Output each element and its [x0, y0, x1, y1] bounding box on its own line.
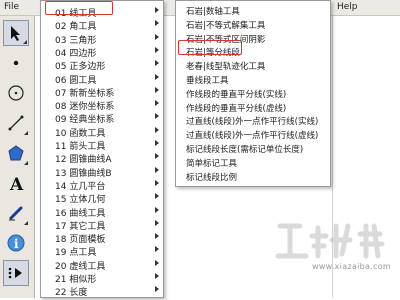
submenu-arrow-icon	[155, 153, 159, 160]
compass-tool[interactable]	[3, 80, 29, 106]
submenu-arrow-icon	[155, 166, 159, 173]
highlight-box-bisect-segment	[178, 40, 242, 55]
submenu-arrow-icon	[155, 259, 159, 266]
submenu-item[interactable]: 作线段的垂直平分线(实线)	[186, 88, 286, 100]
highlight-box-line-tools	[45, 1, 113, 15]
submenu-arrow-icon	[155, 100, 159, 107]
custom-tools-menu: 01 线工具 02 角工具 03 三角形 04 四边形 05 正多边形 06 圆工具 07 …	[40, 0, 164, 298]
menu-item-label: 22 长度	[55, 288, 88, 299]
submenu-arrow-icon	[155, 20, 159, 27]
point-tool[interactable]	[3, 50, 29, 76]
information-tool[interactable]: i	[3, 230, 29, 256]
submenu-arrow-icon	[155, 193, 159, 200]
submenu-arrow-icon	[155, 246, 159, 253]
custom-tools-button[interactable]	[3, 260, 29, 286]
submenu-item[interactable]: 简单标记工具	[186, 157, 237, 169]
help-menu[interactable]: Help	[337, 2, 358, 12]
submenu-arrow-icon	[155, 33, 159, 40]
polygon-tool[interactable]	[3, 140, 29, 166]
submenu-item[interactable]: 垂线段工具	[186, 74, 229, 86]
submenu-item[interactable]: 标记线段比例	[186, 171, 237, 183]
submenu-arrow-icon	[155, 286, 159, 293]
submenu-item[interactable]: 过直线(线段)外一点作平行线(实线)	[186, 115, 318, 127]
submenu-item[interactable]: 作线段的垂直平分线(虚线)	[186, 102, 286, 114]
svg-text:A: A	[9, 175, 24, 193]
submenu-item[interactable]: 石岩|数轴工具	[186, 5, 240, 17]
toolbox: A i	[0, 16, 35, 298]
submenu-arrow-icon	[155, 86, 159, 93]
submenu-item[interactable]: 过直线(线段)外一点作平行线(虚线)	[186, 129, 318, 141]
marker-tool[interactable]	[3, 200, 29, 226]
info-icon: i	[7, 234, 25, 252]
submenu-arrow-icon	[155, 233, 159, 240]
submenu-arrow-icon	[155, 126, 159, 133]
circle-icon	[8, 85, 24, 101]
submenu-arrow-icon	[155, 113, 159, 120]
file-menu[interactable]: File	[4, 2, 19, 12]
select-arrow-tool[interactable]	[3, 20, 29, 46]
submenu-arrow-icon	[155, 206, 159, 213]
point-icon	[13, 60, 19, 66]
polygon-icon	[8, 145, 24, 161]
submenu-arrow-icon	[155, 46, 159, 53]
submenu-arrow-icon	[155, 179, 159, 186]
submenu-item[interactable]: 老春|线型轨迹化工具	[186, 60, 265, 72]
marker-pen-icon	[9, 206, 23, 221]
watermark-text: www.xiazaiba.com	[312, 262, 392, 271]
line-segment-icon	[8, 115, 24, 131]
custom-tools-icon	[8, 267, 22, 279]
submenu-arrow-icon	[155, 7, 159, 13]
submenu-arrow-icon	[155, 60, 159, 67]
text-a-icon: A	[9, 175, 24, 193]
submenu-arrow-icon	[155, 273, 159, 279]
submenu-item[interactable]: 标记线段长度(需标记单位长度)	[186, 143, 303, 155]
watermark-logo-icon	[275, 223, 385, 259]
straightedge-tool[interactable]	[3, 110, 29, 136]
line-tools-submenu: 石岩|数轴工具 石岩|不等式解集工具 石岩|不等式区间阴影 石岩|等分线段 老春|线型轨…	[175, 0, 331, 187]
submenu-arrow-icon	[155, 140, 159, 146]
svg-text:i: i	[14, 237, 19, 251]
submenu-arrow-icon	[155, 73, 159, 80]
menu-item[interactable]: 22 长度	[41, 282, 163, 300]
submenu-arrow-icon	[155, 219, 159, 226]
submenu-item[interactable]: 石岩|不等式解集工具	[186, 19, 265, 31]
text-tool[interactable]: A	[3, 170, 29, 196]
